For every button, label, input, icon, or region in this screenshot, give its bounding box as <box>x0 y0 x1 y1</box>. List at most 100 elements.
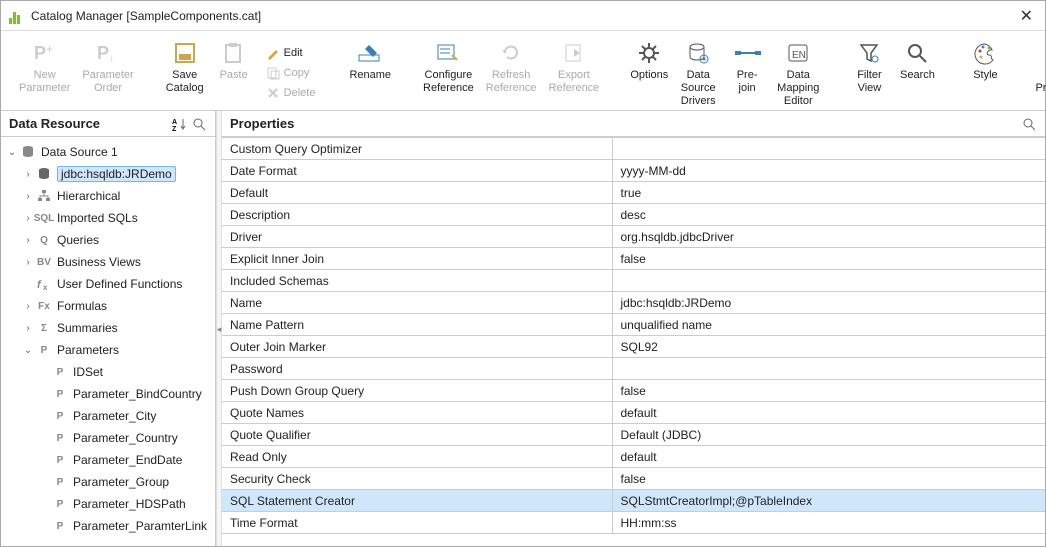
tree-node[interactable]: fxUser Defined Functions <box>1 273 215 295</box>
tree-node-icon <box>35 166 53 182</box>
svg-text:Z: Z <box>172 126 177 131</box>
tree-node[interactable]: ⌄PParameters <box>1 339 215 361</box>
save-icon <box>171 39 199 67</box>
property-row[interactable]: Time FormatHH:mm:ss <box>222 512 1045 534</box>
pre-join-icon <box>733 39 761 67</box>
tree-node[interactable]: ›Fx Formulas <box>1 295 215 317</box>
tree-node[interactable]: PParameter_Country <box>1 427 215 449</box>
property-value[interactable]: false <box>612 380 1045 402</box>
expand-toggle[interactable]: › <box>21 169 35 180</box>
property-row[interactable]: Custom Query Optimizer <box>222 138 1045 160</box>
property-value[interactable]: org.hsqldb.jdbcDriver <box>612 226 1045 248</box>
expand-toggle[interactable]: › <box>21 323 35 334</box>
properties-table[interactable]: Custom Query OptimizerDate Formatyyyy-MM… <box>222 137 1045 534</box>
property-value[interactable]: SQLStmtCreatorImpl;@pTableIndex <box>612 490 1045 512</box>
close-button[interactable]: ✕ <box>1016 6 1037 26</box>
expand-toggle[interactable]: › <box>21 257 35 268</box>
data-mapping-editor-button[interactable]: EN Data Mapping Editor <box>771 35 825 110</box>
tree-node[interactable]: PParameter_EndDate <box>1 449 215 471</box>
svg-text:+: + <box>46 42 53 56</box>
property-name: Name <box>222 292 612 314</box>
property-value[interactable]: false <box>612 468 1045 490</box>
property-row[interactable]: Descriptiondesc <box>222 204 1045 226</box>
save-catalog-button[interactable]: Save Catalog <box>160 35 210 110</box>
property-value[interactable] <box>612 270 1045 292</box>
pre-join-button[interactable]: Pre-join <box>723 35 771 110</box>
filter-view-button[interactable]: Filter View <box>845 35 893 110</box>
tree-node[interactable]: ›ΣSummaries <box>1 317 215 339</box>
tree-node[interactable]: PParameter_Group <box>1 471 215 493</box>
tree-search-icon[interactable] <box>191 116 207 132</box>
properties-search-icon[interactable] <box>1021 116 1037 132</box>
expand-toggle[interactable]: › <box>21 191 35 202</box>
tree-node[interactable]: PParameter_HDSPath <box>1 493 215 515</box>
tree-node-label: Parameter_EndDate <box>73 453 182 467</box>
property-value[interactable]: desc <box>612 204 1045 226</box>
tree-node[interactable]: ⌄ Data Source 1 <box>1 141 215 163</box>
tree-node-icon <box>19 144 37 160</box>
tree-node-label: Formulas <box>57 299 107 313</box>
tree-node[interactable]: PParameter_BindCountry <box>1 383 215 405</box>
expand-toggle[interactable]: ⌄ <box>5 147 19 158</box>
search-button[interactable]: Search <box>893 35 941 110</box>
options-button[interactable]: Options <box>625 35 673 110</box>
property-value[interactable]: default <box>612 446 1045 468</box>
property-name: SQL Statement Creator <box>222 490 612 512</box>
hide-properties-button[interactable]: Hide Properties <box>1029 35 1046 110</box>
expand-toggle[interactable]: › <box>21 235 35 246</box>
tree-node[interactable]: PParameter_City <box>1 405 215 427</box>
rename-button[interactable]: Rename <box>343 35 397 110</box>
parameter-order-icon: P↓ <box>94 39 122 67</box>
property-row[interactable]: Defaulttrue <box>222 182 1045 204</box>
property-value[interactable]: true <box>612 182 1045 204</box>
property-row[interactable]: Push Down Group Queryfalse <box>222 380 1045 402</box>
property-row[interactable]: Explicit Inner Joinfalse <box>222 248 1045 270</box>
rename-icon <box>356 39 384 67</box>
tree-node[interactable]: PIDSet <box>1 361 215 383</box>
tree-node[interactable]: ›jdbc:hsqldb:JRDemo <box>1 163 215 185</box>
property-row[interactable]: Date Formatyyyy-MM-dd <box>222 160 1045 182</box>
property-value[interactable]: default <box>612 402 1045 424</box>
tree-node-icon: Fx <box>35 298 53 314</box>
export-icon <box>560 39 588 67</box>
tree-node[interactable]: ›QQueries <box>1 229 215 251</box>
data-resource-tree[interactable]: ⌄ Data Source 1 ›jdbc:hsqldb:JRDemo›Hierar… <box>1 137 215 546</box>
style-button[interactable]: Style <box>961 35 1009 110</box>
tree-node-label: Imported SQLs <box>57 211 138 225</box>
tree-node[interactable]: PParameter_ParamterLink <box>1 515 215 537</box>
property-value[interactable]: unqualified name <box>612 314 1045 336</box>
property-value[interactable] <box>612 358 1045 380</box>
configure-reference-button[interactable]: Configure Reference <box>417 35 480 110</box>
data-source-drivers-button[interactable]: Data Source Drivers <box>673 35 723 110</box>
property-row[interactable]: Included Schemas <box>222 270 1045 292</box>
property-value[interactable]: SQL92 <box>612 336 1045 358</box>
property-value[interactable]: Default (JDBC) <box>612 424 1045 446</box>
tree-node-label: Data Source 1 <box>41 145 118 159</box>
property-row[interactable]: Outer Join MarkerSQL92 <box>222 336 1045 358</box>
property-row[interactable]: SQL Statement CreatorSQLStmtCreatorImpl;… <box>222 490 1045 512</box>
property-row[interactable]: Name Patternunqualified name <box>222 314 1045 336</box>
tree-node[interactable]: ›Hierarchical <box>1 185 215 207</box>
property-row[interactable]: Security Checkfalse <box>222 468 1045 490</box>
expand-toggle[interactable]: › <box>21 301 35 312</box>
property-value[interactable]: HH:mm:ss <box>612 512 1045 534</box>
property-row[interactable]: Password <box>222 358 1045 380</box>
sort-az-icon[interactable]: AZ <box>171 116 187 132</box>
property-row[interactable]: Quote QualifierDefault (JDBC) <box>222 424 1045 446</box>
property-row[interactable]: Driverorg.hsqldb.jdbcDriver <box>222 226 1045 248</box>
tree-node[interactable]: ›SQLImported SQLs <box>1 207 215 229</box>
paste-icon <box>220 39 248 67</box>
property-row[interactable]: Namejdbc:hsqldb:JRDemo <box>222 292 1045 314</box>
data-resource-panel: Data Resource AZ ⌄Data Source 1›jdbc:hsq… <box>1 111 216 546</box>
property-value[interactable]: false <box>612 248 1045 270</box>
property-value[interactable]: jdbc:hsqldb:JRDemo <box>612 292 1045 314</box>
titlebar: Catalog Manager [SampleComponents.cat] ✕ <box>1 1 1045 31</box>
property-row[interactable]: Read Onlydefault <box>222 446 1045 468</box>
property-row[interactable]: Quote Namesdefault <box>222 402 1045 424</box>
splitter[interactable]: ◂ <box>216 111 222 546</box>
property-value[interactable]: yyyy-MM-dd <box>612 160 1045 182</box>
tree-node[interactable]: ›BVBusiness Views <box>1 251 215 273</box>
expand-toggle[interactable]: ⌄ <box>21 345 35 356</box>
edit-button[interactable]: Edit <box>262 44 320 62</box>
property-value[interactable] <box>612 138 1045 160</box>
